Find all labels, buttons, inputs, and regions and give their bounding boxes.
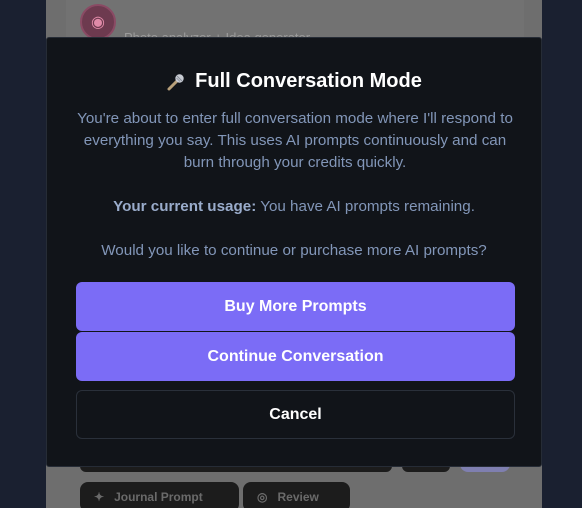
background-right-panel — [542, 0, 582, 508]
usage-line: Your current usage: You have AI prompts … — [47, 198, 541, 215]
chip-label: Journal Prompt — [114, 490, 203, 504]
usage-label: Your current usage: — [113, 198, 257, 215]
brain-avatar-icon: ◉ — [80, 4, 116, 40]
review-icon: ◎ — [257, 490, 268, 504]
sparkle-wand-icon: ✦ — [94, 490, 105, 504]
buy-more-prompts-button[interactable]: Buy More Prompts — [76, 282, 515, 331]
dialog-title-row: Full Conversation Mode — [47, 70, 541, 93]
dialog-question: Would you like to continue or purchase m… — [101, 242, 487, 259]
microphone-icon — [166, 72, 186, 92]
chip-label: Review — [277, 490, 319, 504]
background-chip-journal: ✦ Journal Prompt — [80, 482, 239, 508]
conversation-mode-dialog: Full Conversation Mode You're about to e… — [46, 37, 542, 467]
continue-conversation-button[interactable]: Continue Conversation — [76, 332, 515, 381]
cancel-button[interactable]: Cancel — [76, 390, 515, 439]
background-left-panel — [0, 0, 46, 508]
background-chip-review: ◎ Review — [243, 482, 350, 508]
dialog-title: Full Conversation Mode — [195, 70, 422, 92]
dialog-description: You're about to enter full conversation … — [77, 110, 513, 171]
usage-text: You have AI prompts remaining. — [260, 198, 475, 215]
